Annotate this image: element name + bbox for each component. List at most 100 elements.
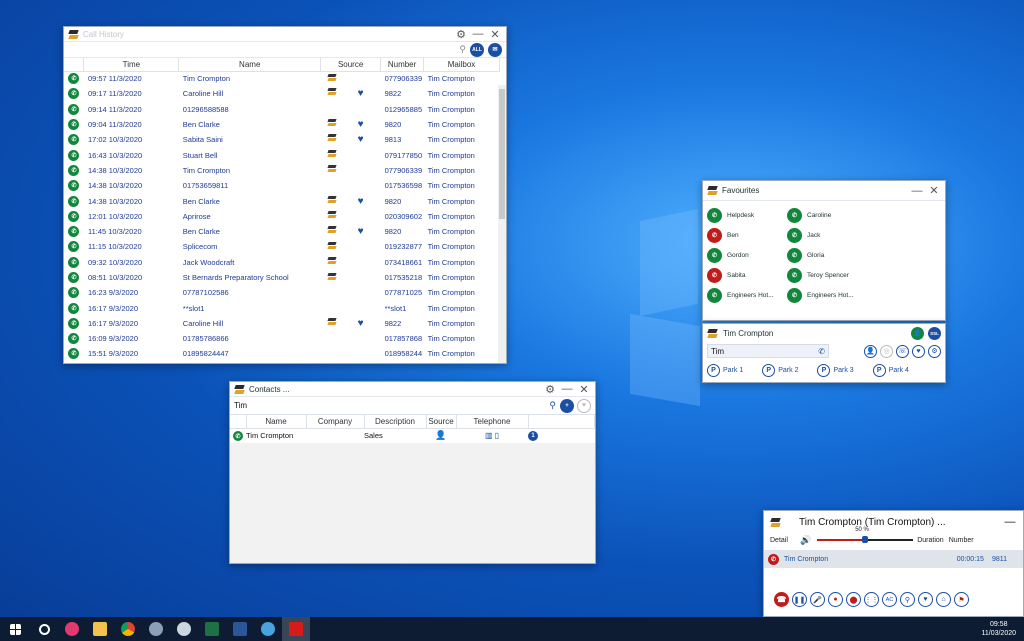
phone-green-icon[interactable]: ✆: [68, 149, 80, 161]
scrollbar-thumb[interactable]: [499, 89, 505, 219]
column-header-name[interactable]: Name: [246, 415, 307, 429]
column-header-mailbox[interactable]: Mailbox: [423, 58, 500, 72]
phone-green-icon[interactable]: ✆: [233, 431, 243, 442]
phone-app-icon[interactable]: [142, 617, 170, 641]
favourite-item[interactable]: ✆ Jack: [787, 227, 867, 243]
phone-green-icon[interactable]: ✆: [68, 164, 80, 176]
settings-icon[interactable]: ⚙: [454, 27, 468, 41]
favourite-item[interactable]: ✆ Teroy Spencer: [787, 267, 867, 283]
settings-icon[interactable]: ⚙: [928, 344, 941, 358]
transfer-search-icon[interactable]: ⚲: [900, 592, 915, 607]
table-row[interactable]: ✆ 09:57 11/3/2020 Tim Crompton 077906339 Tim…: [64, 71, 500, 86]
column-header-number[interactable]: Number: [380, 58, 425, 72]
filter-all-button[interactable]: ALL: [470, 42, 484, 57]
column-header-telephone[interactable]: Telephone: [456, 415, 529, 429]
phone-green-icon[interactable]: ✆: [68, 241, 80, 253]
minimize-button[interactable]: —: [910, 184, 924, 198]
table-row[interactable]: ✆ 17:02 10/3/2020 Sabita Saini ♥ 9813 Tim Cro…: [64, 132, 500, 147]
table-row[interactable]: ✆ 08:51 10/3/2020 St Bernards Preparatory …: [64, 270, 500, 285]
favourite-item[interactable]: ✆ Engineers Hot...: [707, 287, 787, 303]
favourite-item[interactable]: ✆ Sabita: [707, 267, 787, 283]
file-explorer-icon[interactable]: [86, 617, 114, 641]
phone-green-icon[interactable]: ✆: [68, 348, 80, 360]
home-icon[interactable]: ⌂: [936, 592, 951, 607]
dial-icon[interactable]: ✆: [818, 347, 825, 356]
contact-icon[interactable]: 👤: [864, 344, 877, 358]
phone-green-icon[interactable]: ✆: [68, 134, 80, 146]
phone-status-icon[interactable]: ✆: [707, 247, 722, 263]
phone-status-icon[interactable]: ✆: [707, 207, 722, 223]
ssl-badge[interactable]: SSL: [928, 326, 941, 340]
windows-start-icon[interactable]: [0, 617, 30, 641]
phone-status-icon[interactable]: ✆: [787, 247, 802, 263]
table-row[interactable]: ✆ 09:17 11/3/2020 Caroline Hill ♥ 9822 Tim Cr…: [64, 86, 500, 101]
phone-status-icon[interactable]: ✆: [787, 207, 802, 223]
phone-status-icon[interactable]: ✆: [787, 267, 802, 283]
favourite-filter-icon[interactable]: ♥: [577, 398, 591, 413]
favourite-item[interactable]: ✆ Gordon: [707, 247, 787, 263]
favourite-item[interactable]: ✆ Caroline: [787, 207, 867, 223]
mute-microphone-icon[interactable]: 🎤: [810, 592, 825, 607]
phone-green-icon[interactable]: ✆: [68, 226, 80, 238]
favourite-icon[interactable]: ♥: [912, 344, 925, 358]
phone-green-icon[interactable]: ✆: [68, 272, 80, 283]
favourite-icon[interactable]: ♥: [918, 592, 933, 607]
call-row[interactable]: ✆ Tim Crompton 00:00:15 9811: [764, 550, 1023, 568]
search-icon[interactable]: ⚲: [459, 44, 466, 55]
phone-green-icon[interactable]: ✆: [68, 317, 80, 329]
office-phone-icon[interactable]: ▥: [485, 431, 493, 440]
table-row[interactable]: ✆ 09:14 11/3/2020 01296588588 012965885 Tim …: [64, 102, 500, 117]
park-button[interactable]: P Park 4: [872, 363, 909, 377]
add-contact-icon[interactable]: +: [560, 398, 574, 413]
chat-app-icon[interactable]: [254, 617, 282, 641]
column-header-name[interactable]: Name: [178, 58, 322, 72]
voicemail-filter-icon[interactable]: ✉: [488, 42, 502, 57]
favourite-item[interactable]: ✆ Ben: [707, 227, 787, 243]
dial-search-field[interactable]: Tim ✆: [707, 344, 829, 358]
excel-icon[interactable]: [198, 617, 226, 641]
column-header-source[interactable]: Source: [426, 415, 457, 429]
column-header-time[interactable]: Time: [83, 58, 180, 72]
phone-green-icon[interactable]: ✆: [68, 103, 80, 115]
divert-icon[interactable]: ☏: [896, 344, 909, 358]
settings-icon[interactable]: ⚙: [543, 382, 557, 396]
table-row[interactable]: ✆ 09:32 10/3/2020 Jack Woodcraft 073418661 T…: [64, 255, 500, 270]
phone-green-icon[interactable]: ✆: [68, 302, 80, 314]
phone-green-icon[interactable]: ✆: [68, 210, 80, 222]
favourite-item[interactable]: ✆ Engineers Hot...: [787, 287, 867, 303]
table-row[interactable]: ✆ 12:01 10/3/2020 Aprirose 020309602 Tim Cro…: [64, 209, 500, 224]
ac-button[interactable]: AC: [882, 592, 897, 607]
favourite-item[interactable]: ✆ Helpdesk: [707, 207, 787, 223]
park-button[interactable]: P Park 2: [762, 363, 798, 377]
favourite-item[interactable]: ✆ Gloria: [787, 247, 867, 263]
volume-knob[interactable]: [862, 536, 869, 543]
minimize-button[interactable]: —: [560, 382, 574, 396]
hold-icon[interactable]: ❚❚: [792, 592, 807, 607]
mobile-phone-icon[interactable]: ▯: [495, 431, 499, 440]
flag-icon[interactable]: ⚑: [954, 592, 969, 607]
table-row[interactable]: ✆ 16:43 10/3/2020 Stuart Bell 079177850 Tim …: [64, 147, 500, 162]
minimize-button[interactable]: —: [471, 27, 485, 41]
search-taskbar-icon[interactable]: [30, 617, 58, 641]
volume-slider[interactable]: 50 %: [817, 527, 914, 545]
presence-icon[interactable]: 👤: [911, 326, 924, 340]
phone-green-icon[interactable]: ✆: [68, 195, 80, 207]
record-icon[interactable]: ●: [828, 592, 843, 607]
table-row[interactable]: ✆ 14:38 10/3/2020 01753659811 017536598 Tim …: [64, 178, 500, 193]
system-clock[interactable]: 09:58 11/03/2020: [981, 620, 1024, 638]
table-row[interactable]: ✆ 16:17 9/3/2020 **slot1 **slot1 Tim Crompto…: [64, 300, 500, 315]
table-row[interactable]: ✆ 14:38 10/3/2020 Tim Crompton 077906339 Tim…: [64, 163, 500, 178]
park-button[interactable]: P Park 1: [707, 363, 743, 377]
keypad-icon[interactable]: ⋮⋮: [864, 592, 879, 607]
table-row[interactable]: ✆ Tim Crompton Sales 👤 ▥ ▯ 1: [230, 428, 595, 443]
column-header-source[interactable]: Source: [320, 58, 382, 72]
app-taskbar-icon[interactable]: [58, 617, 86, 641]
close-button[interactable]: ✕: [927, 184, 941, 198]
phone-green-icon[interactable]: ✆: [68, 256, 80, 268]
phone-status-icon[interactable]: ✆: [707, 267, 722, 283]
chrome-icon[interactable]: [114, 617, 142, 641]
stop-record-icon[interactable]: ⬤: [846, 592, 861, 607]
table-row[interactable]: ✆ 11:15 10/3/2020 Splicecom 019232877 Tim Cr…: [64, 239, 500, 254]
phone-green-icon[interactable]: ✆: [68, 73, 80, 85]
phone-green-icon[interactable]: ✆: [68, 119, 80, 131]
